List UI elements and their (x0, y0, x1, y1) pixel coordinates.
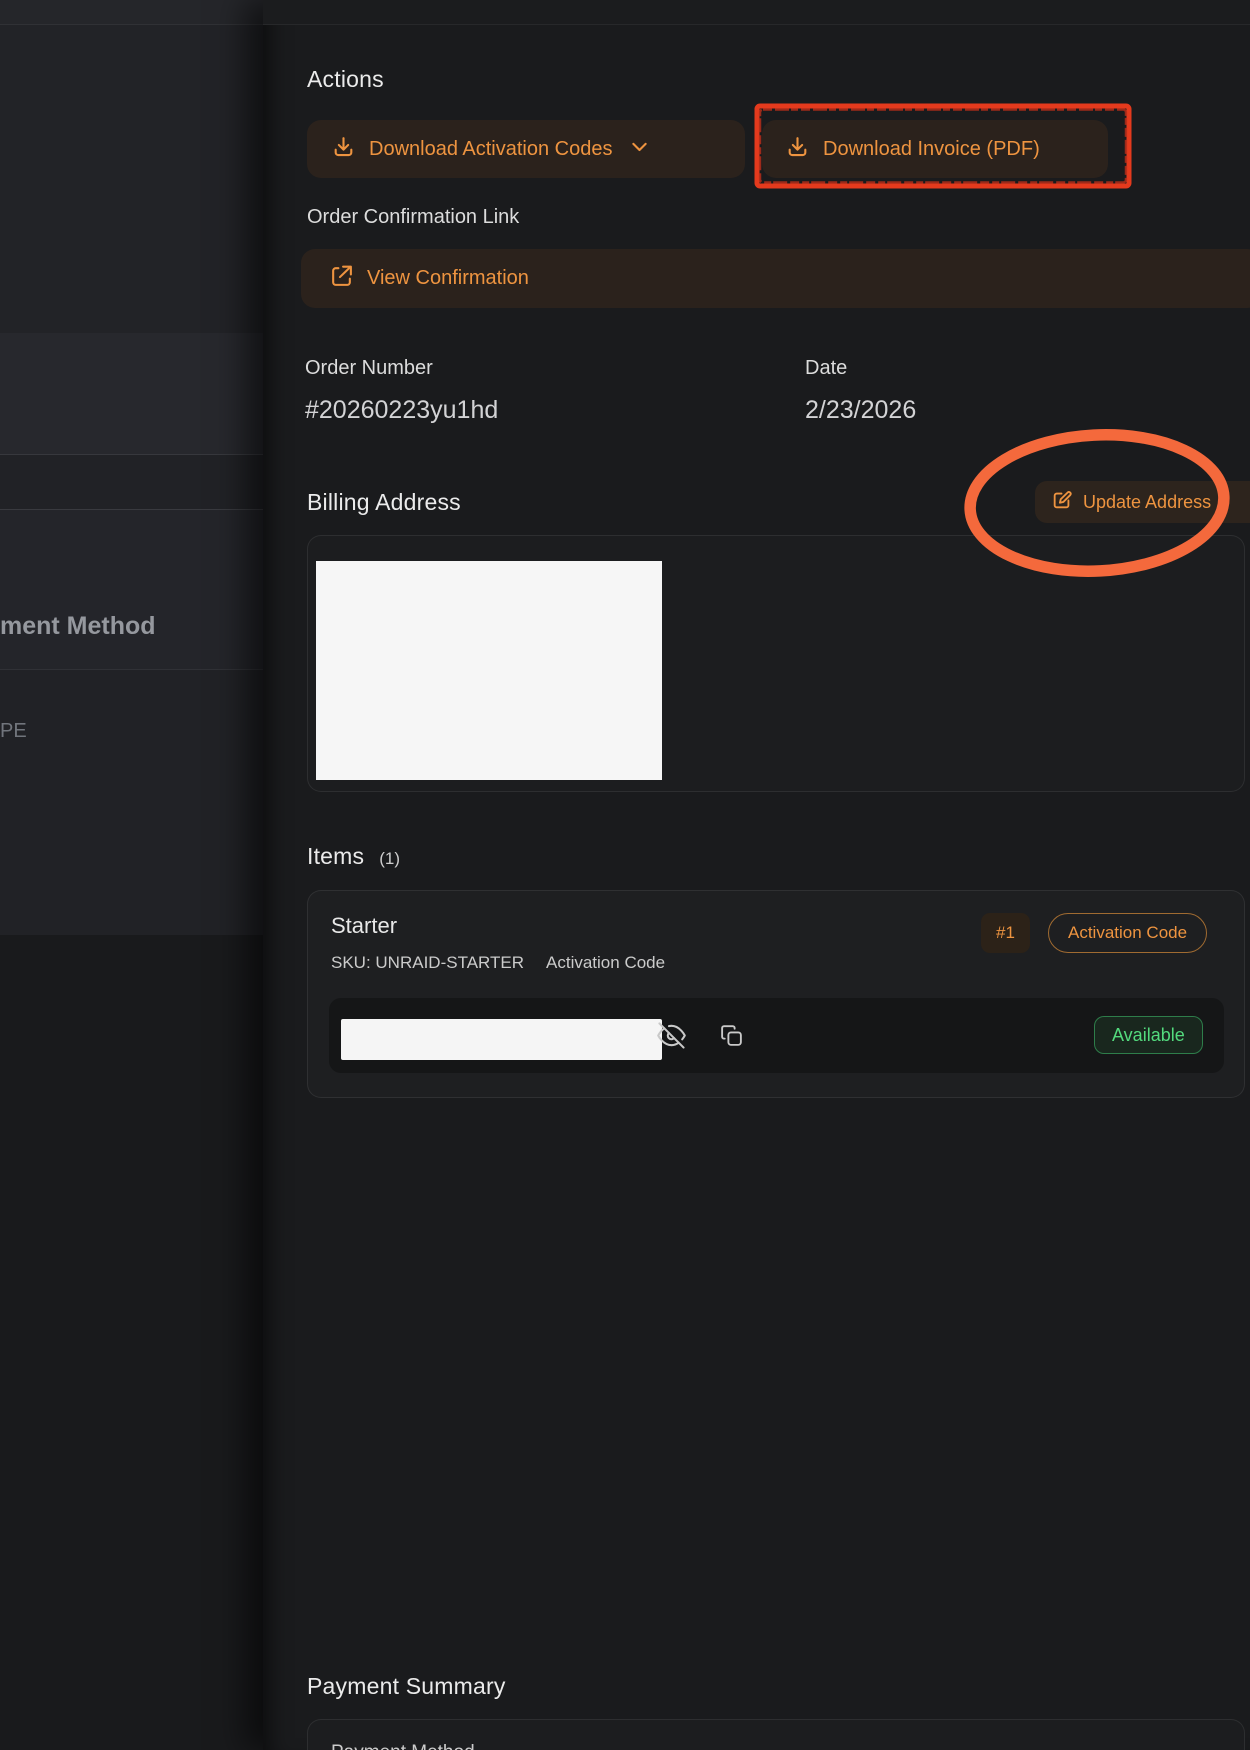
update-address-button[interactable]: Update Address (1035, 481, 1250, 523)
background-table-row (0, 455, 263, 510)
order-details-drawer: Actions Download Activation Codes Downlo… (263, 0, 1250, 1750)
redacted-billing-address (316, 561, 662, 780)
download-icon (331, 134, 356, 165)
item-sku: SKU: UNRAID-STARTER (331, 953, 524, 973)
background-table-row (0, 25, 263, 333)
update-address-label: Update Address (1083, 492, 1211, 513)
payment-method-label: Payment Method (331, 1742, 475, 1750)
order-details-screen: ment Method PE Actions Download Activati… (0, 0, 1250, 1750)
item-index-badge: #1 (981, 913, 1030, 953)
background-table-row-highlighted (0, 333, 263, 455)
order-number-label: Order Number (305, 357, 433, 380)
item-fulfillment-type: Activation Code (546, 953, 665, 973)
edit-pencil-icon (1051, 489, 1073, 516)
payment-method-cell: PE (0, 720, 27, 743)
view-confirmation-label: View Confirmation (367, 267, 529, 290)
copy-code-button[interactable] (719, 1023, 744, 1048)
download-icon (785, 134, 810, 165)
billing-address-heading: Billing Address (307, 489, 461, 516)
items-count: (1) (379, 849, 400, 869)
download-activation-codes-button[interactable]: Download Activation Codes (307, 120, 745, 178)
item-name: Starter (331, 913, 397, 939)
activation-code-panel: Available (329, 998, 1224, 1073)
order-date-label: Date (805, 357, 847, 380)
actions-heading: Actions (307, 66, 384, 93)
items-heading: Items (307, 843, 364, 870)
external-link-icon (329, 263, 354, 294)
payment-summary-card: Payment Method (307, 1719, 1245, 1750)
download-invoice-label: Download Invoice (PDF) (823, 138, 1040, 161)
copy-icon (719, 1036, 744, 1051)
activation-code-badge: Activation Code (1048, 913, 1207, 953)
view-confirmation-button[interactable]: View Confirmation (301, 249, 1250, 308)
background-table-topbar (0, 0, 263, 25)
payment-method-column-header: ment Method (0, 612, 156, 641)
order-number-value: #20260223yu1hd (305, 396, 498, 425)
item-subline: SKU: UNRAID-STARTER Activation Code (331, 953, 665, 973)
download-activation-codes-label: Download Activation Codes (369, 138, 612, 161)
order-confirmation-link-label: Order Confirmation Link (307, 206, 519, 229)
drawer-top-edge (263, 0, 1250, 25)
background-table-row: PE (0, 670, 263, 935)
chevron-down-icon (629, 136, 650, 163)
code-status-badge: Available (1094, 1016, 1203, 1054)
order-item-card: Starter SKU: UNRAID-STARTER Activation C… (307, 890, 1245, 1098)
redacted-activation-code (341, 1019, 662, 1060)
background-table-header-row: ment Method (0, 510, 263, 670)
order-date-value: 2/23/2026 (805, 396, 916, 425)
download-invoice-button[interactable]: Download Invoice (PDF) (762, 120, 1108, 178)
payment-summary-heading: Payment Summary (307, 1673, 506, 1700)
billing-address-card (307, 535, 1245, 792)
eye-off-icon (657, 1038, 686, 1053)
toggle-code-visibility-button[interactable] (657, 1021, 686, 1050)
background-orders-table: ment Method PE (0, 0, 263, 935)
